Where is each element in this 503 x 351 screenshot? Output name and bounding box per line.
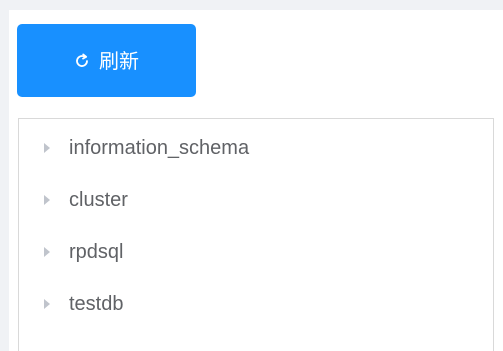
tree-node-testdb[interactable]: testdb [19,278,493,330]
caret-right-icon[interactable] [44,247,50,257]
refresh-icon [74,53,90,69]
refresh-button[interactable]: 刷新 [17,24,196,97]
caret-right-icon[interactable] [44,195,50,205]
tree-node-label: rpdsql [69,241,124,263]
tree-node-rpdsql[interactable]: rpdsql [19,226,493,278]
tree-node-label: information_schema [69,137,250,159]
database-tree: information_schema cluster rpdsql testdb [18,118,494,351]
caret-right-icon[interactable] [44,143,50,153]
tree-node-label: cluster [69,189,128,211]
tree-node-information-schema[interactable]: information_schema [19,122,493,174]
refresh-button-label: 刷新 [99,48,139,73]
tree-node-cluster[interactable]: cluster [19,174,493,226]
tree-node-label: testdb [69,293,124,315]
caret-right-icon[interactable] [44,299,50,309]
